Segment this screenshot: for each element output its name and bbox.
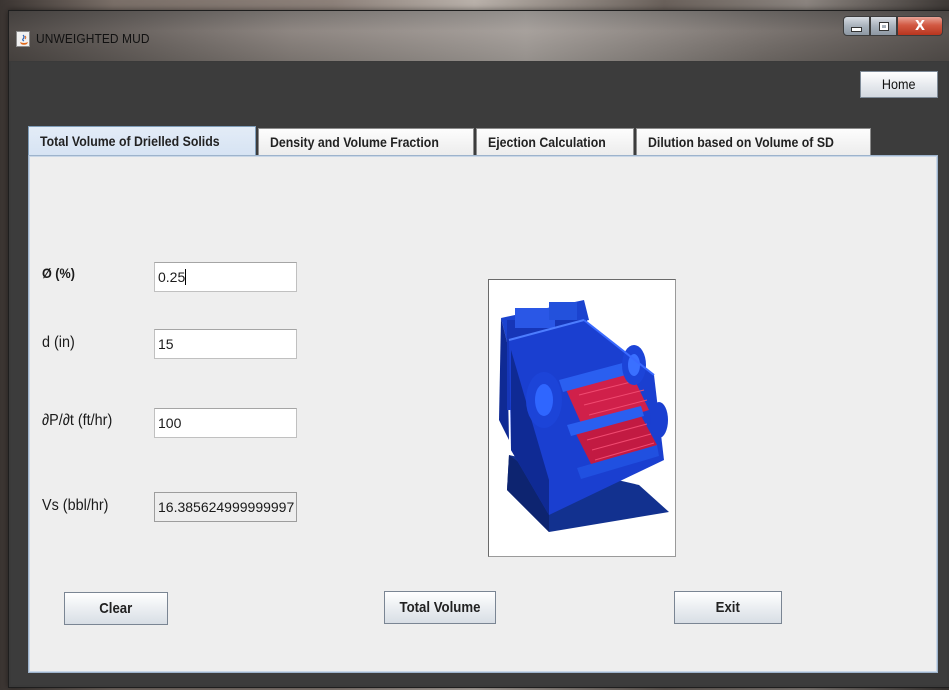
home-button-label: Home	[882, 76, 916, 92]
home-button[interactable]: Home	[860, 71, 938, 98]
maximize-button[interactable]	[870, 16, 897, 36]
phi-input[interactable]	[154, 262, 297, 292]
title-bar[interactable]: UNWEIGHTED MUD X	[9, 11, 949, 61]
minimize-button[interactable]	[843, 16, 870, 36]
tab-label: Ejection Calculation	[487, 134, 606, 150]
tab-strip: Total Volume of Drielled Solids Density …	[28, 126, 873, 156]
clear-button[interactable]: Clear	[64, 592, 168, 625]
clear-button-label: Clear	[99, 600, 133, 617]
window-content: Home Total Volume of Drielled Solids Den…	[11, 62, 947, 685]
total-volume-button-label: Total Volume	[399, 599, 481, 616]
vs-output[interactable]	[154, 492, 297, 522]
dpdt-input[interactable]	[154, 408, 297, 438]
tab-total-volume[interactable]: Total Volume of Drielled Solids	[28, 126, 257, 156]
d-input[interactable]	[154, 329, 297, 359]
tab-content-panel: Ø (%) d (in) ∂P/∂t (ft/hr) Vs (bbl/hr)	[28, 155, 938, 673]
tab-density-volume-fraction[interactable]: Density and Volume Fraction	[258, 128, 474, 156]
window-title: UNWEIGHTED MUD	[36, 31, 150, 46]
tab-ejection-calculation[interactable]: Ejection Calculation	[475, 128, 634, 156]
title-bar-glass	[9, 11, 949, 61]
text-caret	[185, 269, 186, 285]
close-icon: X	[914, 18, 926, 34]
tab-dilution-volume-sd[interactable]: Dilution based on Volume of SD	[635, 128, 872, 156]
exit-button[interactable]: Exit	[674, 591, 782, 624]
minimize-icon	[851, 26, 862, 32]
total-volume-button[interactable]: Total Volume	[384, 591, 496, 624]
d-label: d (in)	[42, 334, 75, 351]
shale-shaker-image	[488, 279, 676, 557]
phi-field-wrap	[154, 262, 297, 292]
tab-label: Total Volume of Drielled Solids	[40, 133, 220, 149]
maximize-icon	[878, 21, 889, 31]
tab-label: Density and Volume Fraction	[270, 134, 439, 150]
tabbed-pane: Total Volume of Drielled Solids Density …	[28, 126, 938, 673]
phi-label: Ø (%)	[42, 265, 75, 281]
exit-button-label: Exit	[715, 599, 741, 616]
app-window: UNWEIGHTED MUD X Home Total Volume of Dr…	[8, 10, 949, 688]
tab-label: Dilution based on Volume of SD	[647, 134, 834, 150]
java-app-icon[interactable]	[16, 31, 30, 47]
shale-shaker-illustration	[499, 300, 669, 532]
close-button[interactable]: X	[897, 16, 943, 36]
dpdt-label: ∂P/∂t (ft/hr)	[42, 412, 113, 429]
vs-label: Vs (bbl/hr)	[42, 497, 109, 514]
window-controls: X	[843, 16, 943, 36]
